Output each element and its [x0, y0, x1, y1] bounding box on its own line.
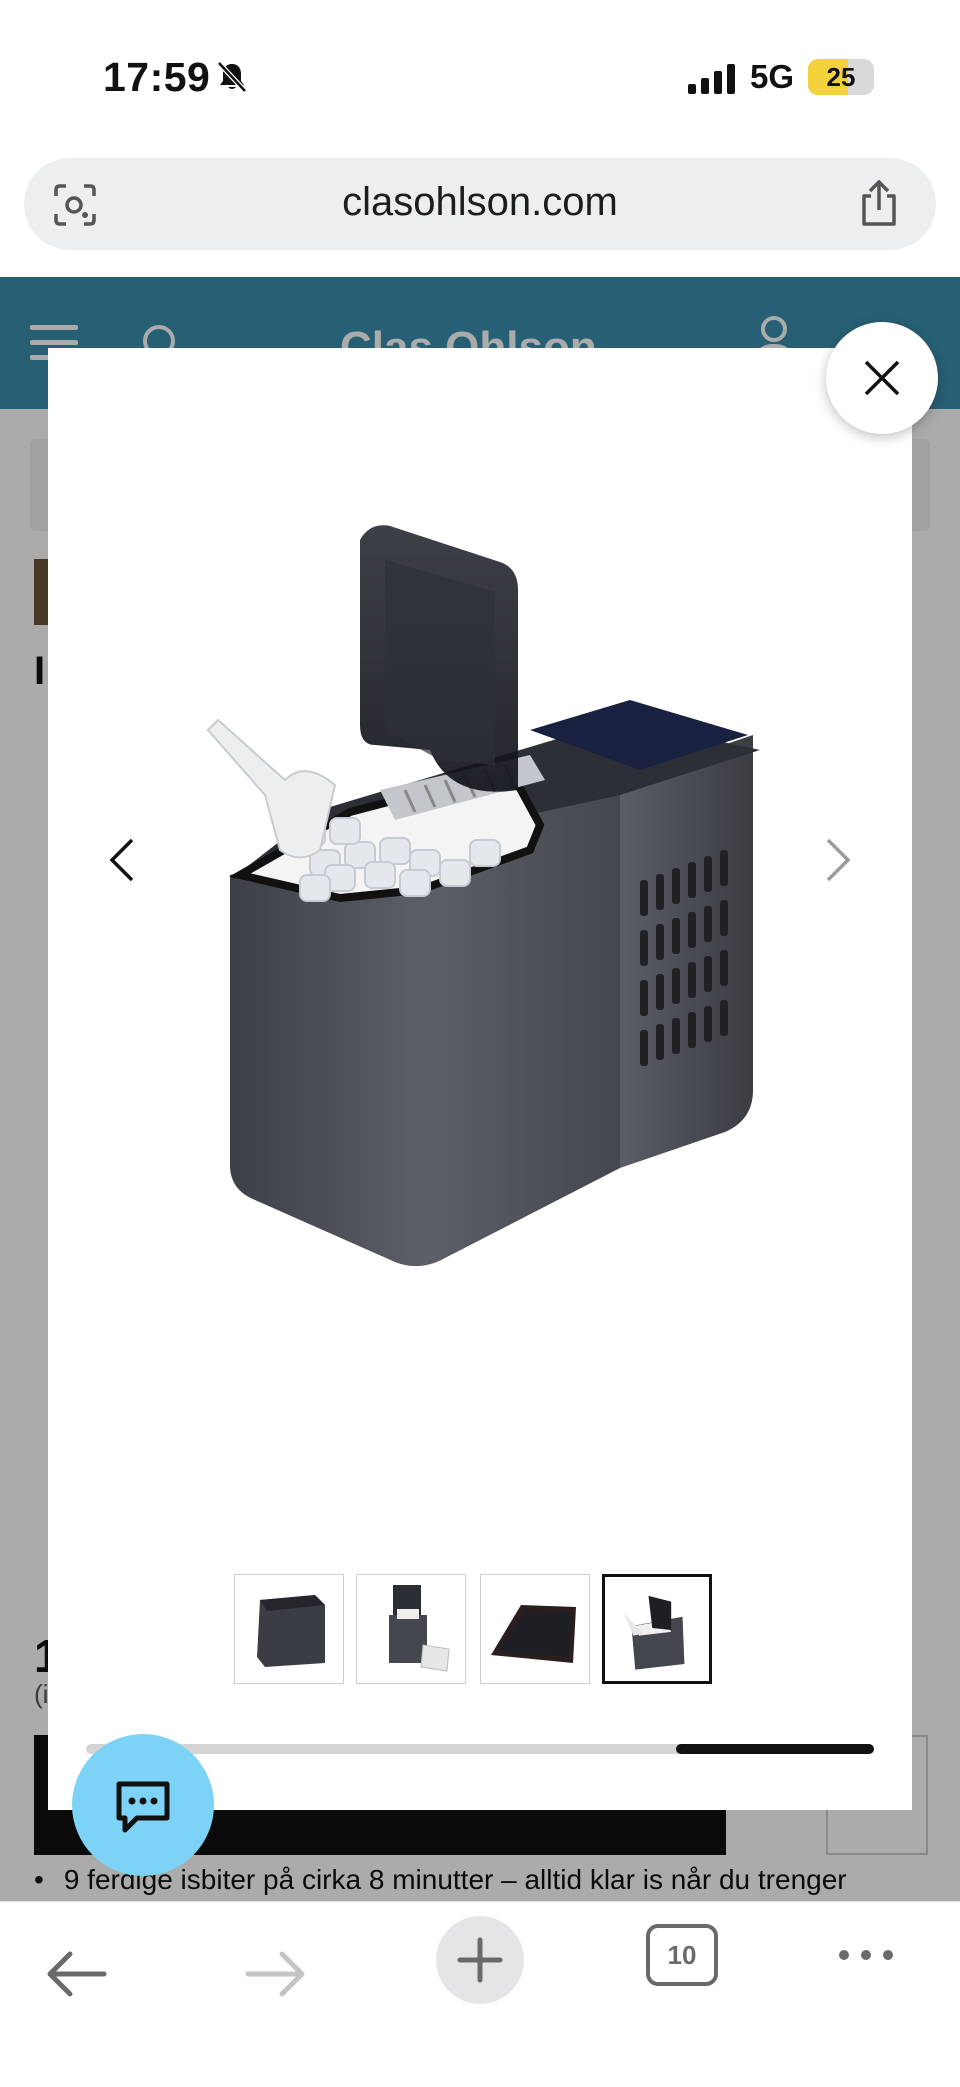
gallery-scrollbar-thumb[interactable] — [676, 1744, 874, 1754]
gallery-scrollbar[interactable] — [86, 1744, 874, 1754]
battery-indicator: 25 — [808, 59, 874, 95]
product-image — [206, 525, 760, 1267]
address-bar[interactable]: clasohlson.com — [24, 158, 936, 250]
url-text[interactable]: clasohlson.com — [24, 180, 936, 225]
chevron-left-icon[interactable] — [92, 820, 152, 900]
chevron-right-icon[interactable] — [808, 820, 868, 900]
chat-button[interactable] — [72, 1734, 214, 1876]
thumbnail-1[interactable] — [234, 1574, 344, 1684]
status-time: 17:59 — [103, 54, 211, 100]
bell-slash-icon — [217, 61, 247, 93]
forward-icon[interactable] — [240, 1938, 312, 2010]
thumbnail-strip — [234, 1574, 714, 1684]
browser-toolbar: 10 — [0, 1901, 960, 2087]
back-icon[interactable] — [40, 1938, 112, 2010]
close-icon — [864, 360, 900, 396]
close-button[interactable] — [826, 322, 938, 434]
tabs-icon[interactable]: 10 — [646, 1924, 718, 1986]
thumbnail-3[interactable] — [480, 1574, 590, 1684]
screen: 17:59 5G 25 clasohlson.com I 1 (i • 9 fe… — [0, 0, 960, 2087]
thumbnail-4[interactable] — [602, 1574, 712, 1684]
plus-icon — [457, 1937, 503, 1983]
chat-icon — [116, 1781, 170, 1833]
status-bar: 17:59 5G 25 — [0, 0, 960, 150]
share-icon[interactable] — [856, 180, 902, 228]
more-icon[interactable] — [836, 1940, 896, 1970]
new-tab-button[interactable] — [436, 1916, 524, 2004]
battery-level: 25 — [826, 62, 856, 92]
network-label: 5G — [750, 58, 795, 95]
thumbnail-2[interactable] — [356, 1574, 466, 1684]
tab-count: 10 — [667, 1940, 697, 1970]
signal-icon — [688, 64, 735, 94]
